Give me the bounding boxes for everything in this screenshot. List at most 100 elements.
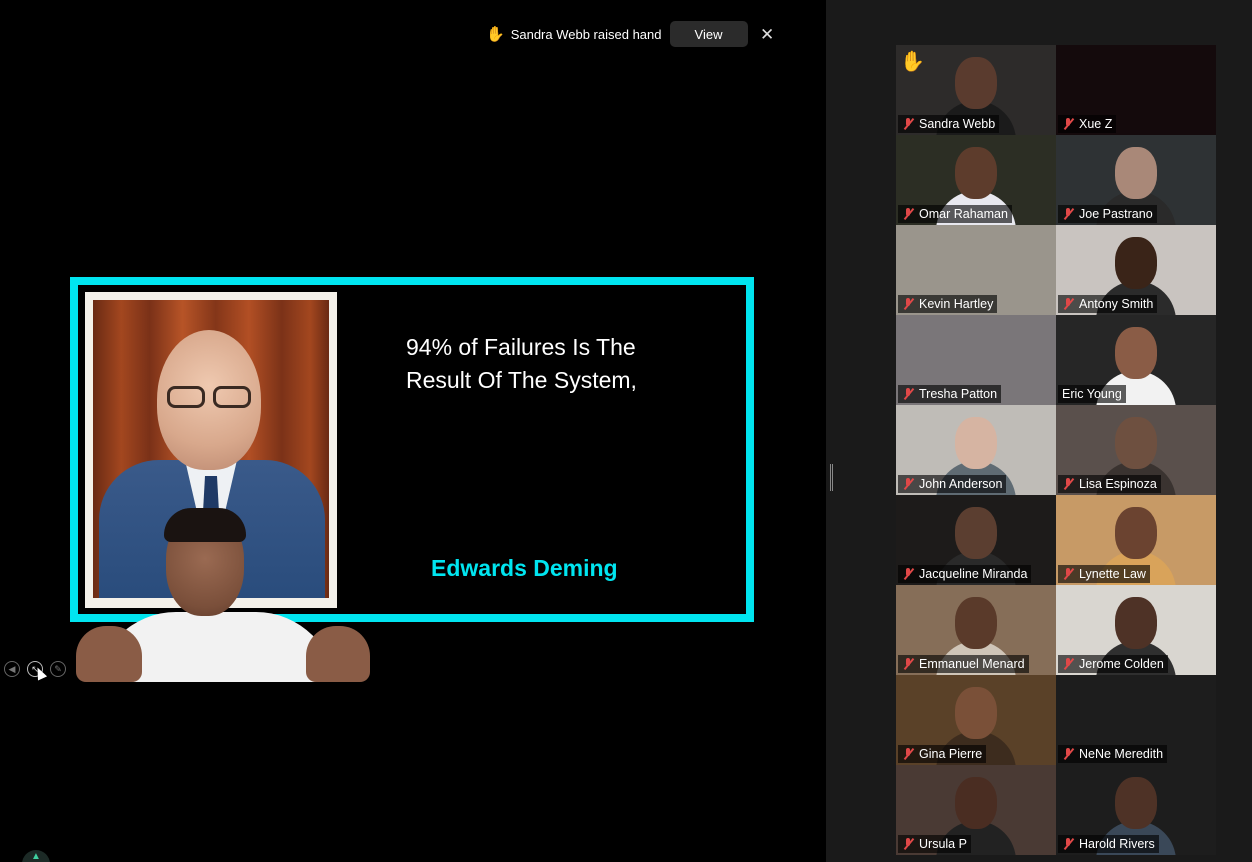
- participant-name-label: NeNe Meredith: [1058, 745, 1168, 763]
- presenter-video-overlay[interactable]: [76, 508, 371, 682]
- participant-name: Ursula P: [919, 837, 967, 851]
- participant-name-label: Xue Z: [1058, 115, 1117, 133]
- muted-mic-icon: [1062, 478, 1074, 490]
- participant-name: John Anderson: [919, 477, 1003, 491]
- participant-name-label: Gina Pierre: [898, 745, 987, 763]
- participant-head: [955, 777, 997, 829]
- participant-tile[interactable]: Emmanuel Menard: [896, 585, 1056, 675]
- view-button[interactable]: View: [669, 21, 748, 47]
- participant-name: Lynette Law: [1079, 567, 1146, 581]
- muted-mic-icon: [902, 118, 914, 130]
- participant-name-label: John Anderson: [898, 475, 1007, 493]
- muted-mic-icon: [1062, 838, 1074, 850]
- presenter-left-hand: [76, 626, 142, 682]
- muted-mic-icon: [902, 568, 914, 580]
- participant-tile[interactable]: Gina Pierre: [896, 675, 1056, 765]
- participant-name-label: Lisa Espinoza: [1058, 475, 1161, 493]
- participant-head: [955, 147, 997, 199]
- close-icon[interactable]: ✕: [760, 25, 774, 45]
- participant-tile[interactable]: John Anderson: [896, 405, 1056, 495]
- participant-head: [955, 507, 997, 559]
- participant-tile[interactable]: Antony Smith: [1056, 225, 1216, 315]
- participant-tile[interactable]: Lynette Law: [1056, 495, 1216, 585]
- participant-tile[interactable]: Eric Young: [1056, 315, 1216, 405]
- participant-name-label: Lynette Law: [1058, 565, 1150, 583]
- participant-name: Eric Young: [1062, 387, 1122, 401]
- participant-name: Lisa Espinoza: [1079, 477, 1157, 491]
- muted-mic-icon: [1062, 298, 1074, 310]
- participant-name: Tresha Patton: [919, 387, 998, 401]
- raised-hand-icon: ✋: [900, 51, 925, 73]
- muted-mic-icon: [1062, 748, 1074, 760]
- participant-name-label: Ursula P: [898, 835, 971, 853]
- slide-quote: 94% of Failures Is The Result Of The Sys…: [406, 334, 637, 393]
- participant-tile[interactable]: ✋ Sandra Webb: [896, 45, 1056, 135]
- muted-mic-icon: [1062, 118, 1074, 130]
- muted-mic-icon: [1062, 658, 1074, 670]
- muted-mic-icon: [902, 388, 914, 400]
- participant-tile[interactable]: Lisa Espinoza: [1056, 405, 1216, 495]
- participant-tile[interactable]: Ursula P: [896, 765, 1056, 855]
- participant-name-label: Joe Pastrano: [1058, 205, 1157, 223]
- participant-name-label: Jerome Colden: [1058, 655, 1168, 673]
- raised-hand-icon: ✋: [486, 26, 505, 43]
- participant-name: Gina Pierre: [919, 747, 983, 761]
- participant-name-label: Kevin Hartley: [898, 295, 998, 313]
- muted-mic-icon: [902, 298, 914, 310]
- participant-head: [1115, 777, 1157, 829]
- participant-name: NeNe Meredith: [1079, 747, 1164, 761]
- participant-name: Antony Smith: [1079, 297, 1154, 311]
- raised-hand-notification: ✋ Sandra Webb raised hand View ✕: [486, 21, 774, 47]
- meeting-window: ✋ Sandra Webb raised hand View ✕ 94% of …: [0, 0, 1252, 862]
- participant-head: [1115, 237, 1157, 289]
- participant-gallery: ✋ Sandra Webb Xue Z Omar Rahaman Joe Pastran…: [896, 45, 1216, 855]
- participant-head: [1115, 597, 1157, 649]
- panel-resize-handle[interactable]: [830, 464, 833, 491]
- raised-hand-text: Sandra Webb raised hand: [510, 26, 662, 42]
- participant-tile[interactable]: Jacqueline Miranda: [896, 495, 1056, 585]
- participant-name: Harold Rivers: [1079, 837, 1155, 851]
- participant-name-label: Jacqueline Miranda: [898, 565, 1032, 583]
- pen-tool-icon[interactable]: ✎: [50, 661, 66, 677]
- participant-head: [955, 687, 997, 739]
- participant-name: Joe Pastrano: [1079, 207, 1153, 221]
- participant-tile[interactable]: Kevin Hartley: [896, 225, 1056, 315]
- presenter-hair: [164, 508, 246, 542]
- participant-name-label: Omar Rahaman: [898, 205, 1012, 223]
- participant-tile[interactable]: Jerome Colden: [1056, 585, 1216, 675]
- participant-head: [1115, 417, 1157, 469]
- muted-mic-icon: [902, 748, 914, 760]
- participant-tile[interactable]: Omar Rahaman: [896, 135, 1056, 225]
- muted-mic-icon: [902, 478, 914, 490]
- participant-name: Kevin Hartley: [919, 297, 994, 311]
- presenter-right-hand: [306, 626, 370, 682]
- participant-tile[interactable]: Tresha Patton: [896, 315, 1056, 405]
- participant-name-label: Tresha Patton: [898, 385, 1002, 403]
- participant-head: [955, 417, 997, 469]
- screen-share-area: ✋ Sandra Webb raised hand View ✕ 94% of …: [0, 0, 826, 862]
- expand-controls-button[interactable]: ▲: [22, 850, 50, 862]
- participant-tile[interactable]: Xue Z: [1056, 45, 1216, 135]
- previous-slide-icon[interactable]: ◀: [4, 661, 20, 677]
- participant-head: [955, 57, 997, 109]
- participant-name: Emmanuel Menard: [919, 657, 1025, 671]
- participant-name: Jerome Colden: [1079, 657, 1164, 671]
- participant-name-label: Sandra Webb: [898, 115, 1000, 133]
- participant-name: Xue Z: [1079, 117, 1113, 131]
- participant-head: [955, 597, 997, 649]
- portrait-glasses: [167, 386, 253, 408]
- participant-name-label: Eric Young: [1058, 385, 1126, 403]
- muted-mic-icon: [1062, 568, 1074, 580]
- participant-name: Jacqueline Miranda: [919, 567, 1028, 581]
- participant-head: [1115, 327, 1157, 379]
- participant-name-label: Harold Rivers: [1058, 835, 1159, 853]
- participant-tile[interactable]: Harold Rivers: [1056, 765, 1216, 855]
- muted-mic-icon: [1062, 208, 1074, 220]
- muted-mic-icon: [902, 208, 914, 220]
- participant-tile[interactable]: NeNe Meredith: [1056, 675, 1216, 765]
- participant-tile[interactable]: Joe Pastrano: [1056, 135, 1216, 225]
- participant-name-label: Antony Smith: [1058, 295, 1158, 313]
- participant-head: [1115, 147, 1157, 199]
- participant-name: Sandra Webb: [919, 117, 996, 131]
- muted-mic-icon: [902, 658, 914, 670]
